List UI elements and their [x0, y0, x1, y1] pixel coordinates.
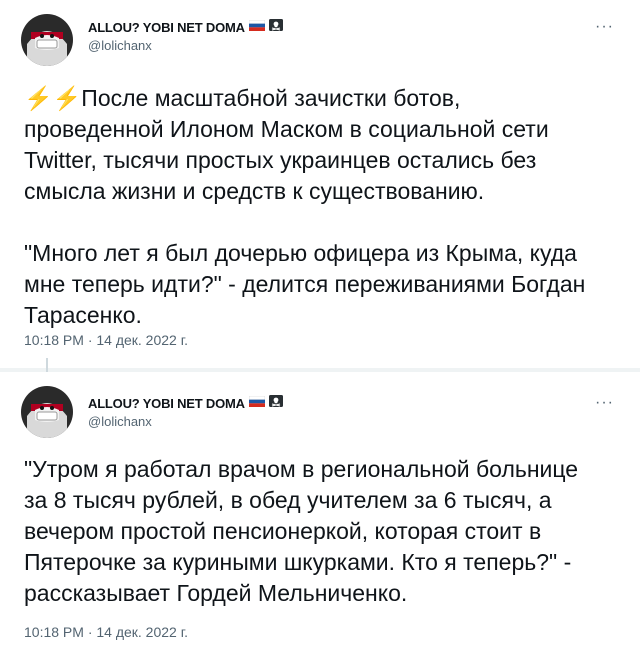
pirate-flag-icon: [268, 394, 283, 412]
pirate-flag-icon: [268, 18, 283, 36]
more-options-icon[interactable]: ···: [595, 18, 614, 36]
display-name[interactable]: ALLOU? YOBI NET DOMA: [88, 396, 245, 411]
avatar-icon[interactable]: [21, 386, 73, 438]
avatar-icon[interactable]: [21, 14, 73, 66]
tweet-body: После масштабной зачистки ботов, проведе…: [24, 85, 586, 328]
timestamp[interactable]: 10:18 PM · 14 дек. 2022 г.: [24, 624, 188, 640]
thread-connector: [46, 358, 48, 372]
lightning-emoji: ⚡⚡: [24, 85, 82, 111]
russian-flag-icon: [248, 18, 266, 36]
author-name-row[interactable]: ALLOU? YOBI NET DOMA: [88, 394, 283, 412]
timestamp[interactable]: 10:18 PM · 14 дек. 2022 г.: [24, 332, 188, 348]
tweet-text: ⚡⚡После масштабной зачистки ботов, прове…: [24, 83, 624, 331]
tweet-text: "Утром я работал врачом в региональной б…: [24, 456, 579, 606]
display-name[interactable]: ALLOU? YOBI NET DOMA: [88, 20, 245, 35]
tweet[interactable]: ALLOU? YOBI NET DOMA @lolichanx ··· ⚡⚡По…: [0, 0, 640, 368]
handle[interactable]: @lolichanx: [88, 414, 152, 429]
russian-flag-icon: [248, 394, 266, 412]
handle[interactable]: @lolichanx: [88, 38, 152, 53]
tweet[interactable]: ALLOU? YOBI NET DOMA @lolichanx ··· "Утр…: [0, 372, 640, 651]
author-name-row[interactable]: ALLOU? YOBI NET DOMA: [88, 18, 283, 36]
more-options-icon[interactable]: ···: [595, 394, 614, 412]
